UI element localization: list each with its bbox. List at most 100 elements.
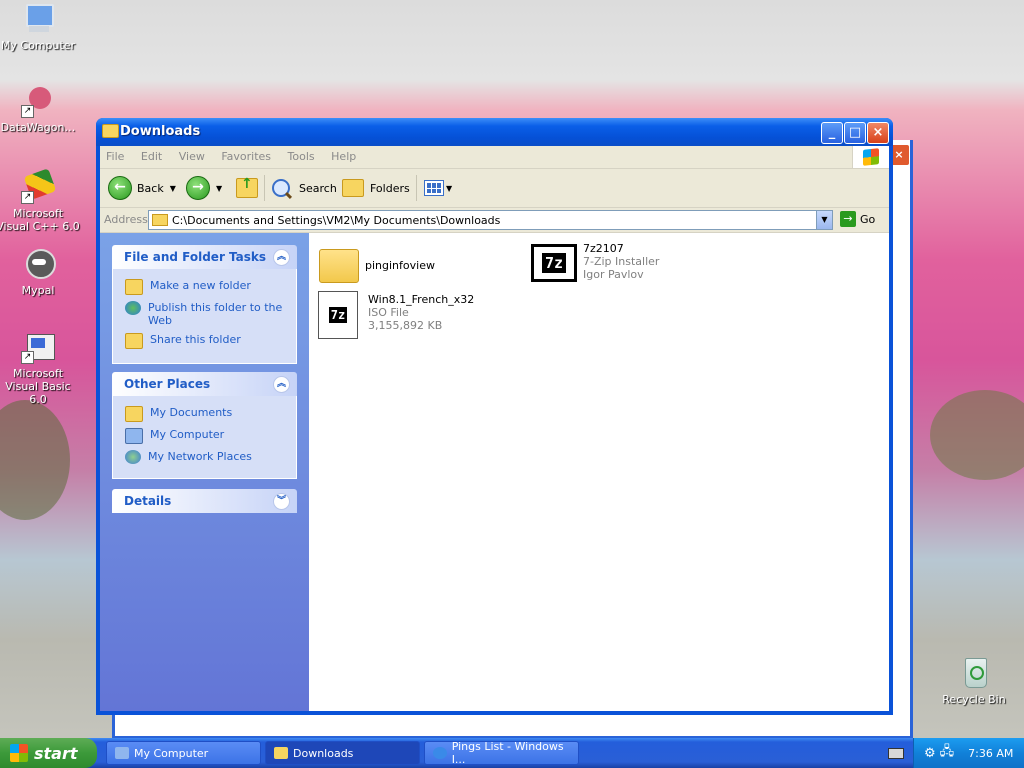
chevron-down-icon[interactable]: ▼ xyxy=(816,211,832,229)
recycle-bin-icon xyxy=(957,656,991,690)
address-field[interactable]: C:\Documents and Settings\VM2\My Documen… xyxy=(148,210,833,230)
taskbar-button-pings-list[interactable]: Pings List - Windows I... xyxy=(424,740,579,766)
new-folder-icon xyxy=(125,279,143,295)
folders-icon xyxy=(342,179,364,197)
place-my-documents[interactable]: My Documents xyxy=(125,406,286,422)
back-arrow-icon: ← xyxy=(108,176,132,200)
menu-file[interactable]: File xyxy=(100,146,131,163)
windows-logo-icon xyxy=(852,146,889,168)
go-arrow-icon: → xyxy=(840,211,856,227)
back-button[interactable]: ← Back ▼ xyxy=(108,176,176,200)
globe-icon xyxy=(125,301,141,315)
chevron-down-icon[interactable]: ▼ xyxy=(170,184,176,193)
desktop-icon-label: Mypal xyxy=(21,284,55,297)
menu-tools[interactable]: Tools xyxy=(282,146,322,163)
desktop-icon-label: Microsoft Visual Basic 6.0 xyxy=(5,367,71,406)
internet-explorer-icon xyxy=(433,747,447,759)
views-icon xyxy=(424,180,444,196)
search-button[interactable]: Search xyxy=(272,176,337,200)
taskbar-button-my-computer[interactable]: My Computer xyxy=(106,741,261,765)
folder-icon xyxy=(152,214,168,226)
computer-icon xyxy=(21,2,55,36)
folder-icon xyxy=(102,124,119,138)
desktop-icon-mypal[interactable]: Mypal xyxy=(0,247,80,297)
up-folder-button[interactable]: ↑ xyxy=(236,176,258,200)
chevron-down-icon[interactable]: ▼ xyxy=(446,184,452,193)
toolbar-separator xyxy=(264,175,265,201)
file-type: ISO File xyxy=(368,306,409,319)
desktop-icon-visual-cpp[interactable]: ↗ Microsoft Visual C++ 6.0 xyxy=(0,168,80,233)
search-label: Search xyxy=(299,181,337,195)
file-list: pinginfoview 7z 7z2107 7-Zip Installer I… xyxy=(309,233,889,711)
title-bar[interactable]: Downloads _ □ × xyxy=(96,118,893,146)
file-item-pinginfoview[interactable]: pinginfoview xyxy=(319,245,435,283)
taskbar-button-label: Downloads xyxy=(293,746,354,760)
my-documents-icon xyxy=(125,406,143,422)
panel-header[interactable]: Details ︾ xyxy=(112,489,297,513)
panel-title: Details xyxy=(124,494,172,508)
taskbar-button-downloads[interactable]: Downloads xyxy=(265,741,420,765)
folders-button[interactable]: Folders xyxy=(342,176,410,200)
menu-favorites[interactable]: Favorites xyxy=(215,146,278,163)
forward-button[interactable]: → ▼ xyxy=(186,176,222,200)
desktop-icon-label: DataWagon… xyxy=(0,121,76,134)
minimize-button[interactable]: _ xyxy=(821,122,843,144)
folder-icon xyxy=(319,249,359,283)
clock[interactable]: 7:36 AM xyxy=(968,747,1013,760)
collapse-icon[interactable]: ︽ xyxy=(273,249,290,266)
desktop-icon-datawagon[interactable]: ↗ DataWagon… xyxy=(0,84,80,134)
panel-title: Other Places xyxy=(124,377,211,391)
task-share-folder[interactable]: Share this folder xyxy=(125,333,286,349)
settings-icon[interactable]: ⚙ xyxy=(924,746,936,761)
network-status-icon[interactable]: 🖧 xyxy=(940,742,955,764)
file-item-7z2107[interactable]: 7z 7z2107 7-Zip Installer Igor Pavlov xyxy=(531,242,659,282)
panel-header[interactable]: Other Places ︽ xyxy=(112,372,297,396)
place-my-computer[interactable]: My Computer xyxy=(125,428,286,444)
file-item-win81-iso[interactable]: 7z Win8.1_French_x32 ISO File 3,155,892 … xyxy=(318,291,474,339)
start-button[interactable]: start xyxy=(0,738,97,768)
search-icon xyxy=(272,179,293,200)
panel-header[interactable]: File and Folder Tasks ︽ xyxy=(112,245,297,269)
views-button[interactable]: ▼ xyxy=(424,176,452,200)
file-info: 3,155,892 KB xyxy=(368,319,443,332)
share-folder-icon xyxy=(125,333,143,349)
shortcut-arrow-icon: ↗ xyxy=(21,351,34,364)
maximize-button[interactable]: □ xyxy=(844,122,866,144)
menu-help[interactable]: Help xyxy=(325,146,363,163)
computer-icon xyxy=(115,747,129,759)
desktop-icon-visual-basic[interactable]: ↗ Microsoft Visual Basic 6.0 xyxy=(0,330,80,406)
file-name: pinginfoview xyxy=(365,259,435,272)
start-label: start xyxy=(34,743,78,763)
chevron-down-icon[interactable]: ▼ xyxy=(216,184,222,193)
desktop-icon-label: My Computer xyxy=(0,39,76,52)
taskbar-button-label: My Computer xyxy=(134,746,209,760)
icon-text: 7z xyxy=(541,253,567,273)
iso-file-icon: 7z xyxy=(318,291,358,339)
close-button[interactable]: × xyxy=(867,122,889,144)
task-make-new-folder[interactable]: Make a new folder xyxy=(125,279,286,295)
details-panel: Details ︾ xyxy=(112,489,297,513)
collapse-icon[interactable]: ︽ xyxy=(273,376,290,393)
file-name: 7z2107 xyxy=(583,242,624,255)
address-label: Address xyxy=(104,213,148,226)
menu-view[interactable]: View xyxy=(173,146,212,163)
keyboard-icon[interactable] xyxy=(888,748,904,759)
window-title: Downloads xyxy=(120,124,201,139)
folders-label: Folders xyxy=(370,181,410,195)
place-label: My Computer xyxy=(150,428,225,441)
desktop-icon-my-computer[interactable]: My Computer xyxy=(0,2,80,52)
expand-icon[interactable]: ︾ xyxy=(273,493,290,510)
menu-edit[interactable]: Edit xyxy=(135,146,169,163)
taskbar: start My Computer Downloads Pings List -… xyxy=(0,738,1024,768)
forward-arrow-icon: → xyxy=(186,176,210,200)
place-label: My Network Places xyxy=(148,450,252,463)
place-my-network-places[interactable]: My Network Places xyxy=(125,450,286,464)
task-publish-folder[interactable]: Publish this folder to the Web xyxy=(125,301,286,327)
wallpaper-palm-right xyxy=(930,390,1024,480)
address-value: C:\Documents and Settings\VM2\My Documen… xyxy=(172,213,501,227)
explorer-window[interactable]: Downloads _ □ × File Edit View Favorites… xyxy=(96,118,893,715)
task-label: Share this folder xyxy=(150,333,241,346)
desktop-icon-recycle-bin[interactable]: Recycle Bin xyxy=(932,656,1016,706)
window-client: File Edit View Favorites Tools Help ← Ba… xyxy=(100,146,889,711)
go-button[interactable]: → Go xyxy=(840,211,875,227)
